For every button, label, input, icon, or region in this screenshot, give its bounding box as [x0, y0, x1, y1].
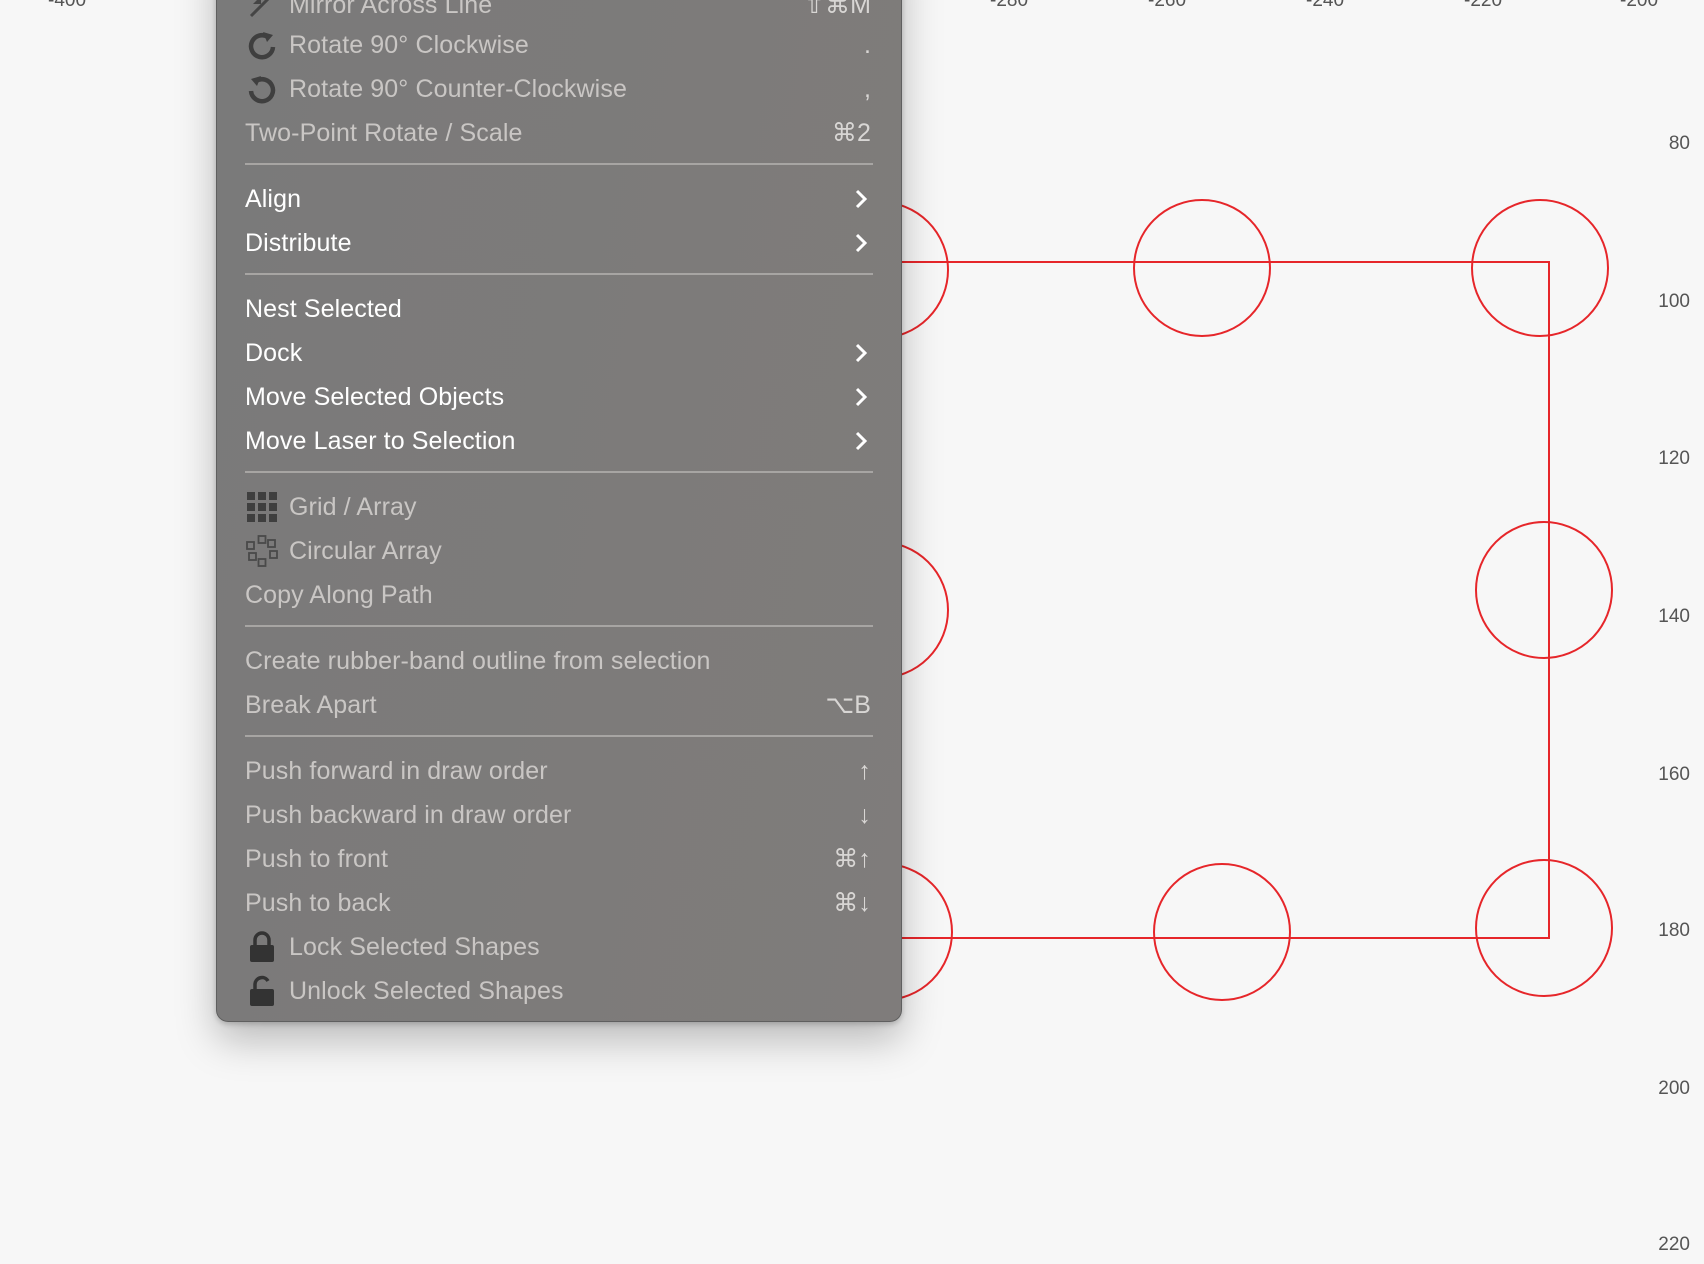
menu-separator [245, 273, 873, 275]
menu-item-align[interactable]: Align [245, 177, 871, 221]
chevron-right-icon [851, 188, 871, 210]
menu-item-shortcut: . [863, 30, 871, 59]
chevron-right-icon [851, 342, 871, 364]
menu-item-circular-array[interactable]: Circular Array [245, 529, 871, 573]
menu-item-two-point-rotate-scale[interactable]: Two-Point Rotate / Scale ⌘2 [245, 111, 871, 155]
mirror-line-icon [245, 0, 279, 22]
menu-item-shortcut: ↓ [858, 800, 871, 829]
menu-item-unlock-selected-shapes[interactable]: Unlock Selected Shapes [245, 969, 871, 1013]
menu-item-push-to-front[interactable]: Push to front ⌘↑ [245, 837, 871, 881]
menu-item-shortcut: ⌘↓ [833, 889, 871, 917]
ruler-label-right: 160 [1658, 764, 1690, 785]
menu-item-label: Unlock Selected Shapes [289, 976, 564, 1005]
menu-item-label: Push forward in draw order [245, 756, 548, 785]
menu-item-label: Copy Along Path [245, 580, 433, 609]
menu-item-label: Grid / Array [289, 492, 417, 521]
menu-separator [245, 625, 873, 627]
grid-array-icon [245, 490, 279, 524]
rotate-clockwise-icon [245, 28, 279, 62]
menu-item-dock[interactable]: Dock [245, 331, 871, 375]
menu-item-label: Move Laser to Selection [245, 426, 516, 455]
menu-item-label: Rotate 90° Clockwise [289, 30, 529, 59]
circle-shape-middle-right[interactable] [1475, 521, 1613, 659]
menu-separator [245, 735, 873, 737]
menu-separator [245, 163, 873, 165]
menu-item-label: Mirror Across Line [289, 0, 493, 19]
unlock-icon [245, 974, 279, 1008]
circular-array-icon [245, 534, 279, 568]
menu-item-push-to-back[interactable]: Push to back ⌘↓ [245, 881, 871, 925]
menu-item-label: Create rubber-band outline from selectio… [245, 646, 711, 675]
menu-item-label: Lock Selected Shapes [289, 932, 540, 961]
menu-item-label: Nest Selected [245, 294, 402, 323]
menu-separator [245, 471, 873, 473]
menu-item-push-forward[interactable]: Push forward in draw order ↑ [245, 749, 871, 793]
ruler-label-top: -240 [1306, 0, 1345, 11]
menu-item-shortcut: ↑ [858, 756, 871, 785]
ruler-label-right: 140 [1658, 606, 1690, 627]
ruler-label-top: -280 [990, 0, 1029, 11]
circle-shape-bottom-middle[interactable] [1153, 863, 1291, 1001]
chevron-right-icon [851, 232, 871, 254]
menu-item-rotate-counterclockwise[interactable]: Rotate 90° Counter-Clockwise , [245, 67, 871, 111]
menu-item-shortcut: ⌥B [825, 691, 871, 719]
menu-item-rotate-clockwise[interactable]: Rotate 90° Clockwise . [245, 23, 871, 67]
circle-shape-top-right[interactable] [1471, 199, 1609, 337]
menu-item-push-backward[interactable]: Push backward in draw order ↓ [245, 793, 871, 837]
selected-rectangle-shape[interactable] [880, 261, 1550, 939]
menu-item-label: Break Apart [245, 690, 377, 719]
menu-item-copy-along-path[interactable]: Copy Along Path [245, 573, 871, 617]
menu-item-move-laser-to-selection[interactable]: Move Laser to Selection [245, 419, 871, 463]
chevron-right-icon [851, 386, 871, 408]
ruler-label-right: 80 [1668, 133, 1690, 154]
rotate-counterclockwise-icon [245, 72, 279, 106]
menu-item-rubber-band-outline[interactable]: Create rubber-band outline from selectio… [245, 639, 871, 683]
menu-item-label: Distribute [245, 228, 352, 257]
lock-icon [245, 930, 279, 964]
ruler-label-top: -400 [48, 0, 87, 11]
ruler-label-right: 200 [1658, 1078, 1690, 1099]
menu-item-label: Push to front [245, 844, 389, 873]
menu-item-label: Align [245, 184, 302, 213]
menu-item-distribute[interactable]: Distribute [245, 221, 871, 265]
menu-item-nest-selected[interactable]: Nest Selected [245, 287, 871, 331]
menu-item-label: Push backward in draw order [245, 800, 572, 829]
menu-item-lock-selected-shapes[interactable]: Lock Selected Shapes [245, 925, 871, 969]
menu-item-label: Push to back [245, 888, 391, 917]
ruler-label-top: -200 [1620, 0, 1659, 11]
menu-item-move-selected-objects[interactable]: Move Selected Objects [245, 375, 871, 419]
ruler-label-top: -260 [1148, 0, 1187, 11]
menu-item-label: Move Selected Objects [245, 382, 505, 411]
menu-item-break-apart[interactable]: Break Apart ⌥B [245, 683, 871, 727]
menu-item-label: Rotate 90° Counter-Clockwise [289, 74, 627, 103]
menu-item-shortcut: ⌘2 [831, 119, 871, 147]
ruler-label-right: 180 [1658, 920, 1690, 941]
menu-item-grid-array[interactable]: Grid / Array [245, 485, 871, 529]
ruler-label-right: 100 [1658, 291, 1690, 312]
menu-item-label: Circular Array [289, 536, 442, 565]
menu-item-label: Two-Point Rotate / Scale [245, 118, 523, 147]
menu-item-shortcut: ⇧⌘M [803, 0, 871, 19]
context-menu: Mirror Across Line ⇧⌘M Rotate 90° Clockw… [216, 0, 902, 1022]
circle-shape-top-middle[interactable] [1133, 199, 1271, 337]
menu-item-label: Dock [245, 338, 303, 367]
ruler-label-top: -220 [1464, 0, 1503, 11]
chevron-right-icon [851, 430, 871, 452]
ruler-label-right: 220 [1658, 1234, 1690, 1255]
circle-shape-bottom-right[interactable] [1475, 859, 1613, 997]
menu-item-shortcut: , [863, 74, 871, 103]
menu-item-shortcut: ⌘↑ [833, 845, 871, 873]
ruler-label-right: 120 [1658, 448, 1690, 469]
